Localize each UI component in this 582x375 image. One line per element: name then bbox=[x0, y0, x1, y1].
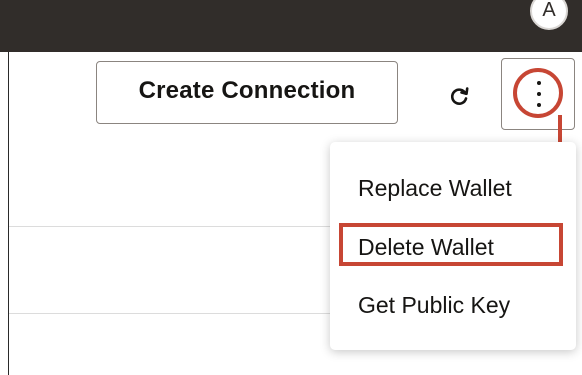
more-actions-menu: Replace Wallet Delete Wallet Get Public … bbox=[330, 142, 576, 350]
create-connection-button[interactable]: Create Connection bbox=[96, 61, 398, 124]
user-avatar[interactable]: A bbox=[530, 0, 568, 30]
refresh-icon[interactable] bbox=[447, 84, 471, 108]
content-left-border bbox=[8, 52, 9, 375]
table-row-divider bbox=[9, 226, 339, 227]
table-row-divider bbox=[9, 313, 339, 314]
menu-item-get-public-key[interactable]: Get Public Key bbox=[330, 281, 576, 329]
top-bar: A bbox=[0, 0, 582, 52]
vertical-ellipsis-icon bbox=[537, 81, 541, 107]
refresh-icon-glyph bbox=[450, 87, 469, 105]
app-frame: A Create Connection Replace Wallet Delet… bbox=[0, 0, 582, 375]
more-actions-button[interactable] bbox=[501, 58, 575, 130]
menu-item-replace-wallet[interactable]: Replace Wallet bbox=[330, 164, 576, 212]
menu-item-delete-wallet[interactable]: Delete Wallet bbox=[330, 223, 576, 271]
